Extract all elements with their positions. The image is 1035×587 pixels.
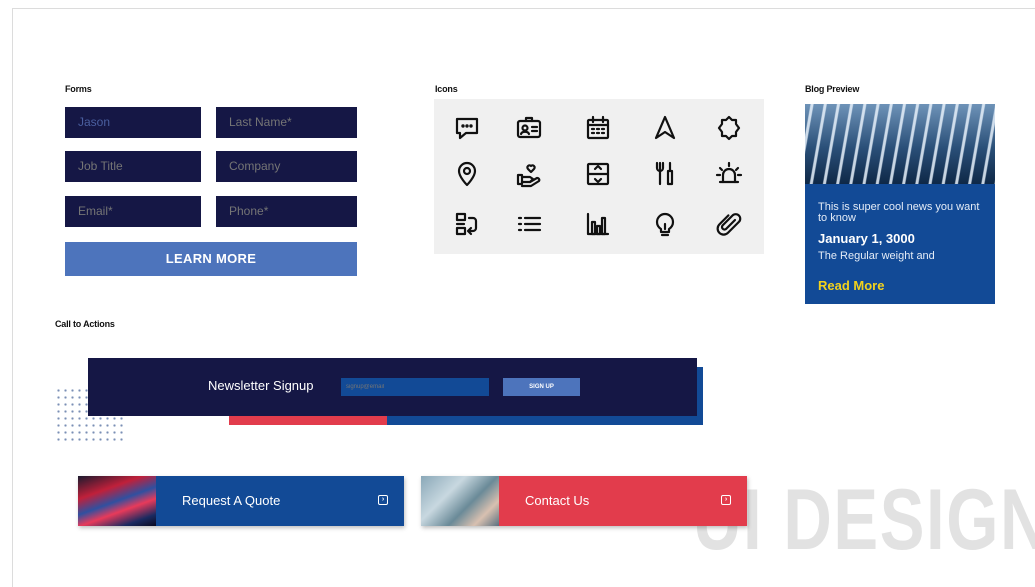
list-icon [514, 209, 544, 239]
quote-arrow-icon: › [378, 495, 388, 505]
bar-chart-icon [583, 209, 613, 239]
sign-up-button[interactable]: SIGN UP [503, 378, 580, 396]
icons-heading: Icons [435, 84, 458, 94]
forms-heading: Forms [65, 84, 92, 94]
icons-panel [434, 99, 764, 254]
read-more-link[interactable]: Read More [818, 278, 884, 293]
lightbulb-icon [650, 209, 680, 239]
quote-image [78, 476, 156, 526]
id-card-icon [514, 113, 544, 143]
blog-excerpt: The Regular weight and [818, 250, 935, 262]
blog-date: January 1, 3000 [818, 231, 915, 246]
blog-summary: This is super cool news you want to know [818, 201, 980, 224]
hand-heart-icon [514, 159, 544, 189]
calendar-icon [583, 113, 613, 143]
canvas-frame: UI DESIGN Forms LEARN MORE Icons [12, 8, 1035, 587]
navigation-arrow-icon [650, 113, 680, 143]
first-name-field[interactable] [65, 107, 201, 138]
request-quote-label: Request A Quote [182, 493, 281, 508]
newsletter-bar: Newsletter Signup SIGN UP [88, 358, 697, 416]
phone-field[interactable] [216, 196, 357, 227]
email-field[interactable] [65, 196, 201, 227]
newsletter-title: Newsletter Signup [208, 378, 314, 393]
document-expand-icon [583, 159, 613, 189]
location-pin-icon [452, 159, 482, 189]
badge-icon [714, 113, 744, 143]
blog-image [805, 104, 995, 184]
request-quote-button[interactable]: Request A Quote › [78, 476, 404, 526]
cta-heading: Call to Actions [55, 319, 115, 329]
contact-us-button[interactable]: Contact Us › [421, 476, 747, 526]
tools-icon [650, 159, 680, 189]
alarm-light-icon [714, 159, 744, 189]
blog-heading: Blog Preview [805, 84, 860, 94]
blog-preview-card[interactable]: This is super cool news you want to know… [805, 104, 995, 304]
paperclip-icon [714, 209, 744, 239]
newsletter-email-input[interactable] [341, 378, 489, 396]
contact-us-label: Contact Us [525, 493, 590, 508]
contact-arrow-icon: › [721, 495, 731, 505]
company-field[interactable] [216, 151, 357, 182]
last-name-field[interactable] [216, 107, 357, 138]
learn-more-button[interactable]: LEARN MORE [65, 242, 357, 276]
chat-icon [452, 113, 482, 143]
job-title-field[interactable] [65, 151, 201, 182]
contact-image [421, 476, 499, 526]
transfer-icon [452, 209, 482, 239]
